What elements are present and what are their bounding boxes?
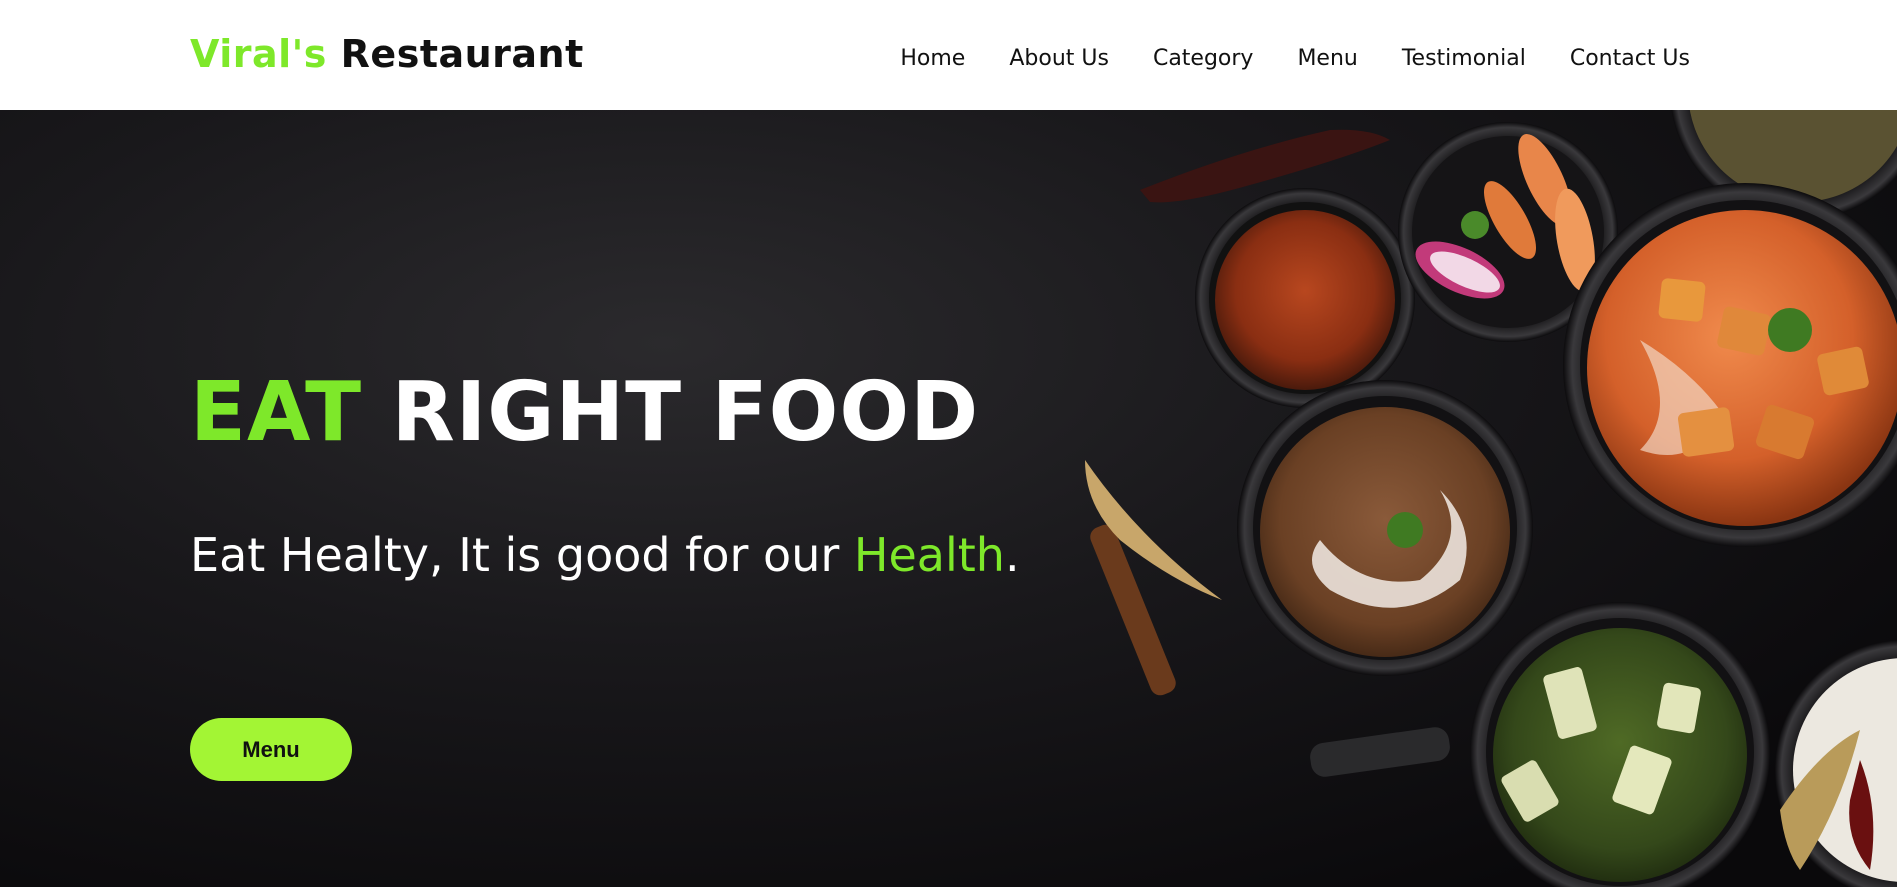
logo-accent-text: Viral's <box>190 32 327 76</box>
nav-item-contact-us: Contact Us <box>1570 46 1690 71</box>
nav-link-about-us[interactable]: About Us <box>1009 46 1109 71</box>
menu-button[interactable]: Menu <box>190 718 352 781</box>
nav-item-about-us: About Us <box>1009 46 1109 71</box>
nav-link-category[interactable]: Category <box>1153 46 1254 71</box>
navbar: Viral's Restaurant Home About Us Categor… <box>0 0 1897 110</box>
nav-item-menu: Menu <box>1297 46 1357 71</box>
nav-link-menu[interactable]: Menu <box>1297 46 1357 71</box>
nav-link-home[interactable]: Home <box>900 46 965 71</box>
nav-link-testimonial[interactable]: Testimonial <box>1402 46 1526 71</box>
nav-item-category: Category <box>1153 46 1254 71</box>
logo-main-text: Restaurant <box>326 32 584 76</box>
hero-tagline: Eat Healty, It is good for our Health. <box>190 528 1020 582</box>
tagline-end-text: . <box>1004 528 1020 582</box>
site-logo[interactable]: Viral's Restaurant <box>190 32 584 76</box>
headline-main-text: RIGHT FOOD <box>362 365 980 460</box>
hero-section: EAT RIGHT FOOD Eat Healty, It is good fo… <box>0 110 1897 887</box>
hero-headline: EAT RIGHT FOOD <box>190 365 979 460</box>
nav-item-home: Home <box>900 46 965 71</box>
nav-links: Home About Us Category Menu Testimonial … <box>900 46 1690 71</box>
tagline-accent-text: Health <box>853 528 1005 582</box>
nav-link-contact-us[interactable]: Contact Us <box>1570 46 1690 71</box>
nav-item-testimonial: Testimonial <box>1402 46 1526 71</box>
tagline-main-text: Eat Healty, It is good for our <box>190 528 854 582</box>
headline-accent-text: EAT <box>190 365 363 460</box>
